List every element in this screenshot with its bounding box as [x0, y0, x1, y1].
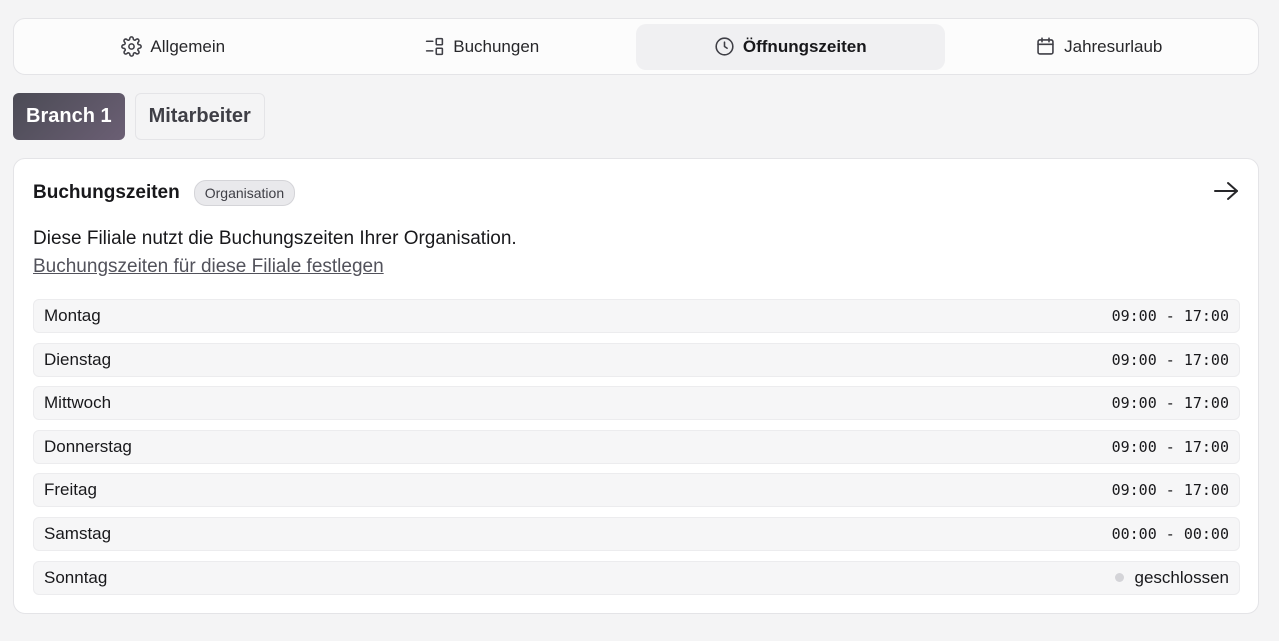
set-branch-hours-link[interactable]: Buchungszeiten für diese Filiale festleg… [33, 256, 384, 278]
gear-icon [121, 36, 143, 57]
time-range: 09:00 - 17:00 [1111, 307, 1229, 325]
card-title: Buchungszeiten [33, 182, 180, 203]
branch-chip-mitarbeiter[interactable]: Mitarbeiter [134, 93, 265, 140]
tab-label: Jahresurlaub [1064, 36, 1163, 56]
schedule-row-samstag: Samstag 00:00 - 00:00 [33, 516, 1240, 551]
tab-oeffnungszeiten[interactable]: Öffnungszeiten [636, 23, 945, 70]
day-label: Montag [44, 306, 101, 325]
schedule-list: Montag 09:00 - 17:00 Dienstag 09:00 - 17… [33, 299, 1240, 604]
booking-hours-card: Buchungszeiten Organisation Diese Filial… [13, 158, 1259, 614]
tab-buchungen[interactable]: Buchungen [328, 24, 637, 70]
tab-allgemein[interactable]: Allgemein [19, 24, 328, 70]
time-range: 09:00 - 17:00 [1111, 481, 1229, 500]
tab-label: Buchungen [453, 36, 540, 56]
calendar-icon [1037, 37, 1054, 55]
schedule-row-montag: Montag 09:00 - 17:00 [33, 299, 1240, 333]
closed-status: geschlossen [1115, 568, 1229, 588]
day-label: Dienstag [44, 349, 112, 369]
tab-label: Allgemein [150, 36, 226, 56]
closed-label: geschlossen [1134, 567, 1229, 587]
card-header: Buchungszeiten Organisation [33, 180, 296, 206]
schedule-row-sonntag: Sonntag geschlossen [33, 560, 1240, 595]
tab-label: Öffnungszeiten [742, 36, 867, 56]
day-label: Samstag [44, 523, 112, 543]
day-label: Freitag [44, 480, 97, 500]
layout-list-icon [426, 37, 444, 56]
branch-selector: Branch 1 Mitarbeiter [13, 93, 265, 140]
tab-jahresurlaub[interactable]: Jahresurlaub [945, 24, 1254, 70]
open-details-button[interactable] [1212, 179, 1240, 203]
card-description: Diese Filiale nutzt die Buchungszeiten I… [33, 228, 517, 249]
settings-tabbar: Allgemein Buchungen Öffnungszeiten Jahre… [13, 18, 1259, 75]
schedule-row-mittwoch: Mittwoch 09:00 - 17:00 [33, 386, 1240, 421]
schedule-row-donnerstag: Donnerstag 09:00 - 17:00 [33, 429, 1240, 464]
time-range: 09:00 - 17:00 [1111, 394, 1229, 413]
day-label: Sonntag [44, 567, 108, 587]
schedule-row-freitag: Freitag 09:00 - 17:00 [33, 473, 1240, 508]
status-dot-icon [1115, 573, 1125, 583]
clock-icon [715, 37, 734, 56]
schedule-row-dienstag: Dienstag 09:00 - 17:00 [33, 342, 1240, 377]
day-label: Mittwoch [44, 393, 112, 413]
day-label: Donnerstag [44, 436, 132, 456]
time-range: 00:00 - 00:00 [1111, 524, 1229, 543]
arrow-right-icon [1214, 182, 1238, 200]
branch-chip-branch-1[interactable]: Branch 1 [13, 93, 125, 140]
time-range: 09:00 - 17:00 [1111, 437, 1229, 456]
organisation-badge: Organisation [193, 180, 296, 206]
time-range: 09:00 - 17:00 [1111, 350, 1229, 369]
